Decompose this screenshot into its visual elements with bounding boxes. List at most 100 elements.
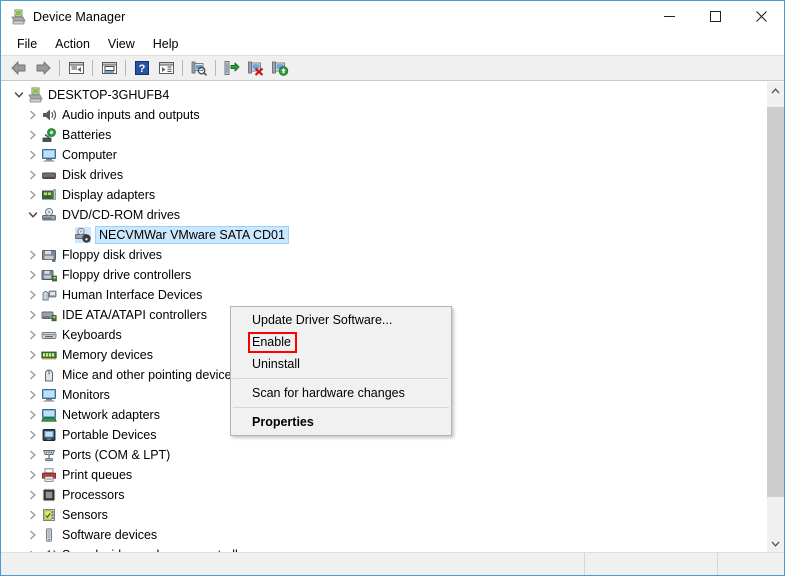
chevron-right-icon[interactable] (25, 507, 41, 523)
statusbar (1, 552, 784, 575)
sound-controller-icon (41, 547, 57, 552)
tree-item[interactable]: Disk drives (1, 165, 766, 185)
tree-item-label: Monitors (62, 388, 110, 402)
dvd-drive-icon (41, 207, 57, 223)
chevron-right-icon[interactable] (25, 247, 41, 263)
scan-for-hardware-changes-icon[interactable] (187, 57, 211, 79)
context-menu-item-label: Scan for hardware changes (252, 386, 405, 400)
tree-item-label: Ports (COM & LPT) (62, 448, 171, 462)
update-driver-software-icon[interactable] (220, 57, 244, 79)
printer-icon (41, 467, 57, 483)
tree-root-item[interactable]: DESKTOP-3GHUFB4 (1, 85, 766, 105)
help-icon[interactable]: ? (130, 57, 154, 79)
chevron-right-icon[interactable] (25, 427, 41, 443)
minimize-icon[interactable] (646, 1, 692, 32)
window-title: Device Manager (33, 9, 126, 24)
ctx-enable[interactable]: Enable (231, 331, 451, 353)
toolbar-separator (215, 60, 216, 76)
sensor-icon (41, 507, 57, 523)
dvd-device-disabled-icon (75, 227, 91, 243)
chevron-right-icon[interactable] (25, 547, 41, 552)
close-icon[interactable] (738, 1, 784, 32)
tree-item[interactable]: Print queues (1, 465, 766, 485)
tree-item-label: Audio inputs and outputs (62, 108, 200, 122)
software-device-icon (41, 527, 57, 543)
chevron-right-icon[interactable] (25, 487, 41, 503)
maximize-icon[interactable] (692, 1, 738, 32)
tree-item[interactable]: Floppy drive controllers (1, 265, 766, 285)
tree-item[interactable]: Ports (COM & LPT) (1, 445, 766, 465)
ctx-scan-for-hardware-changes[interactable]: Scan for hardware changes (231, 382, 451, 404)
vertical-scrollbar[interactable] (766, 82, 784, 552)
tree-item[interactable]: Audio inputs and outputs (1, 105, 766, 125)
tree-item[interactable]: NECVMWar VMware SATA CD01 (1, 225, 766, 245)
tree-item-label: Display adapters (62, 188, 156, 202)
titlebar: Device Manager (1, 1, 784, 32)
chevron-right-icon[interactable] (25, 127, 41, 143)
chevron-down-icon[interactable] (25, 207, 41, 223)
statusbar-pane-secondary (585, 553, 718, 575)
tree-item-label: Floppy disk drives (62, 248, 163, 262)
scroll-down-button[interactable] (767, 535, 784, 552)
ctx-uninstall[interactable]: Uninstall (231, 353, 451, 375)
scrollbar-track[interactable] (767, 99, 784, 535)
tree-item[interactable]: Sensors (1, 505, 766, 525)
tree-item-label: Sensors (62, 508, 108, 522)
tree-item-label: Software devices (62, 528, 158, 542)
chevron-right-icon[interactable] (25, 267, 41, 283)
chevron-right-icon[interactable] (25, 147, 41, 163)
tree-item[interactable]: Human Interface Devices (1, 285, 766, 305)
tree-item[interactable]: Computer (1, 145, 766, 165)
device-manager-window: Device Manager File Action View Help ? D… (0, 0, 785, 576)
content-area: DESKTOP-3GHUFB4 Audio inputs and outputs B… (1, 81, 784, 552)
tree-item[interactable]: Batteries (1, 125, 766, 145)
show-hide-action-pane-icon[interactable] (154, 57, 178, 79)
forward-arrow-icon[interactable] (31, 57, 55, 79)
back-arrow-icon[interactable] (7, 57, 31, 79)
chevron-down-icon[interactable] (11, 87, 27, 103)
tree-item[interactable]: Processors (1, 485, 766, 505)
ctx-update-driver-software[interactable]: Update Driver Software... (231, 309, 451, 331)
menu-help[interactable]: Help (144, 35, 188, 53)
chevron-right-icon[interactable] (25, 167, 41, 183)
chevron-right-icon[interactable] (25, 307, 41, 323)
chevron-right-icon[interactable] (25, 447, 41, 463)
tree-item-label: Keyboards (62, 328, 122, 342)
enable-device-icon[interactable] (268, 57, 292, 79)
portable-device-icon (41, 427, 57, 443)
scroll-up-button[interactable] (767, 82, 784, 99)
chevron-right-icon[interactable] (25, 107, 41, 123)
chevron-right-icon[interactable] (25, 187, 41, 203)
menubar: File Action View Help (1, 32, 784, 55)
tree-item-label: DESKTOP-3GHUFB4 (48, 88, 170, 102)
context-menu[interactable]: Update Driver Software... Enable Uninstall… (230, 306, 452, 436)
tree-item[interactable]: Floppy disk drives (1, 245, 766, 265)
chevron-right-icon[interactable] (25, 287, 41, 303)
tree-item[interactable]: DVD/CD-ROM drives (1, 205, 766, 225)
chevron-right-icon[interactable] (25, 327, 41, 343)
tree-item-label: Floppy drive controllers (62, 268, 192, 282)
ctx-properties[interactable]: Properties (231, 411, 451, 433)
scrollbar-thumb[interactable] (767, 107, 784, 497)
tree-item[interactable]: Display adapters (1, 185, 766, 205)
chevron-right-icon[interactable] (25, 407, 41, 423)
chevron-right-icon[interactable] (25, 467, 41, 483)
tree-item-label: Portable Devices (62, 428, 157, 442)
menu-view[interactable]: View (99, 35, 144, 53)
chevron-right-icon[interactable] (25, 387, 41, 403)
memory-icon (41, 347, 57, 363)
context-menu-item-label: Properties (252, 415, 314, 429)
menu-file[interactable]: File (8, 35, 46, 53)
toolbar: ? (1, 55, 784, 81)
tree-item[interactable]: Sound, video and game controllers (1, 545, 766, 552)
chevron-right-icon[interactable] (25, 347, 41, 363)
chevron-right-icon[interactable] (25, 367, 41, 383)
display-adapter-icon (41, 187, 57, 203)
properties-icon[interactable] (97, 57, 121, 79)
chevron-right-icon[interactable] (25, 527, 41, 543)
tree-item[interactable]: Software devices (1, 525, 766, 545)
menu-action[interactable]: Action (46, 35, 99, 53)
show-hide-console-tree-icon[interactable] (64, 57, 88, 79)
disable-device-icon[interactable] (244, 57, 268, 79)
device-manager-icon (10, 9, 26, 25)
